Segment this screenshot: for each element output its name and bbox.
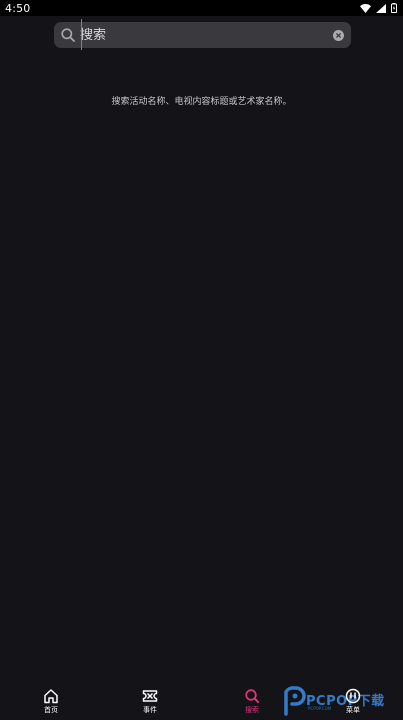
nav-item-events[interactable]: 事件 [120, 688, 180, 720]
nav-item-search[interactable]: 搜索 [222, 688, 282, 720]
search-icon [61, 28, 75, 42]
search-icon [245, 689, 259, 703]
menu-icon [345, 688, 361, 704]
status-bar: 4:50 [0, 0, 403, 16]
nav-item-home[interactable]: 首页 [21, 688, 81, 720]
ticket-icon [142, 690, 158, 702]
search-hint: 搜索活动名称、电视内容标题或艺术家名称。 [111, 97, 292, 107]
status-time: 4:50 [5, 1, 31, 15]
signal-icon [376, 3, 386, 13]
search-input[interactable] [78, 22, 318, 48]
wifi-icon [360, 3, 371, 13]
nav-label-search: 搜索 [245, 706, 259, 714]
nav-item-menu[interactable]: 菜单 [323, 688, 383, 720]
nav-label-menu: 菜单 [346, 706, 360, 714]
search-bar[interactable] [54, 22, 351, 48]
home-icon [44, 689, 58, 704]
text-cursor [81, 19, 82, 50]
nav-label-events: 事件 [143, 706, 157, 714]
clear-icon[interactable] [333, 30, 344, 41]
nav-label-home: 首页 [44, 706, 58, 714]
search-screen: 4:50 搜索活动名称、电视内容标题或艺术家名称 [0, 0, 403, 720]
status-icons [360, 3, 397, 13]
watermark-logo-icon [284, 686, 306, 716]
battery-icon [391, 3, 397, 13]
